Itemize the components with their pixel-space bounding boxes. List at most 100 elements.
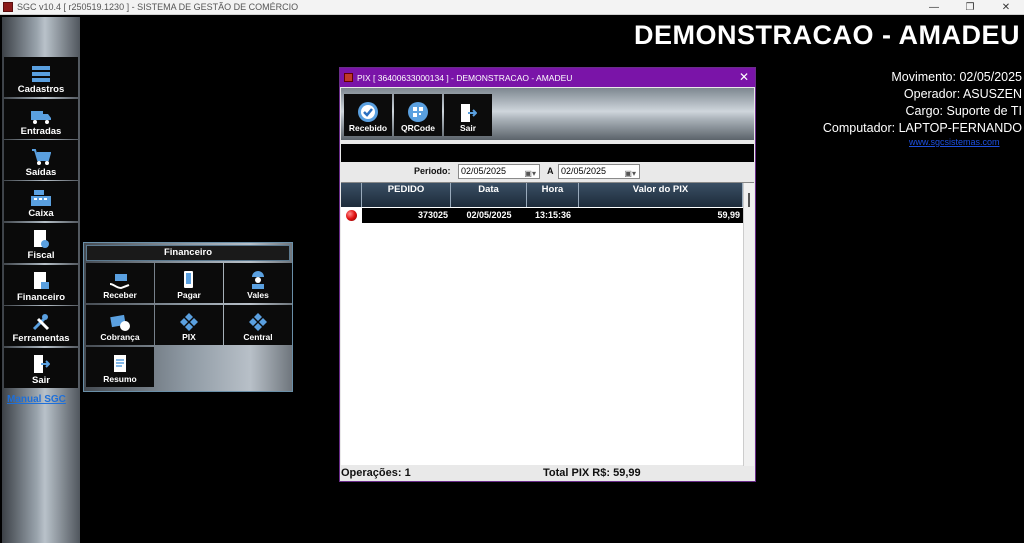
fin-receber-button[interactable]: Receber [86,263,154,303]
sidebar-item-financeiro[interactable]: Financeiro [4,265,78,305]
qrcode-label: QRCode [401,123,435,133]
finance-doc-icon [34,272,49,289]
pix-central-icon [249,313,267,331]
fin-resumo-button[interactable]: Resumo [86,347,154,387]
qrcode-icon [408,102,428,122]
exit-door-icon [34,355,50,373]
window-titlebar: SGC v10.4 [ r250519.1230 ] - SISTEMA DE … [0,0,1024,15]
row-indicator-header [341,183,362,207]
scrollbar-thumb[interactable] [748,193,750,207]
app-icon [3,2,13,12]
billing-icon [110,314,130,331]
fin-cobranca-button[interactable]: Cobrança [86,305,154,345]
col-data[interactable]: Data [451,183,527,207]
dialog-close-icon[interactable]: ✕ [739,70,749,84]
summary-doc-icon [114,355,126,372]
operacoes-count: Operações: 1 [341,467,411,479]
sidebar-item-saidas[interactable]: Saídas [4,140,78,180]
main-sidebar: Cadastros Entradas Saídas Caixa Fiscal F… [2,17,80,543]
col-pedido[interactable]: PEDIDO [362,183,451,207]
company-name: DEMONSTRACAO - AMADEU [634,20,1020,50]
fin-central-button[interactable]: Central [224,305,292,345]
recebido-button[interactable]: Recebido [344,94,392,136]
fin-receber-label: Receber [103,290,137,300]
computador-text: Computador: LAPTOP-FERNANDO [822,121,1022,135]
sidebar-item-caixa[interactable]: Caixa [4,181,78,221]
pix-sair-button[interactable]: Sair [444,94,492,136]
cell-data: 02/05/2025 [451,208,527,223]
window-controls: — ❐ ✕ [916,0,1024,15]
pay-phone-icon [184,271,193,288]
sidebar-item-fiscal[interactable]: Fiscal [4,223,78,263]
maximize-icon[interactable]: ❐ [952,0,988,15]
pix-icon [180,313,198,331]
pix-table: PEDIDO Data Hora Valor do PIX 373025 02/… [341,182,754,466]
qrcode-button[interactable]: QRCode [394,94,442,136]
operador-text: Operador: ASUSZEN [903,87,1022,101]
col-hora[interactable]: Hora [527,183,579,207]
exit-door-icon [461,104,477,122]
fin-vales-button[interactable]: Vales [224,263,292,303]
cell-hora: 13:15:36 [527,208,579,223]
info-bar [341,144,754,162]
fiscal-doc-icon [34,230,49,248]
website-link[interactable]: www.sgcsistemas.com [909,137,1000,147]
fin-vales-label: Vales [247,290,269,300]
sidebar-item-sair[interactable]: Sair [4,348,78,388]
fin-pagar-button[interactable]: Pagar [155,263,223,303]
table-scrollbar[interactable] [743,183,754,466]
table-row[interactable]: 373025 02/05/2025 13:15:36 59,99 [341,208,743,223]
sidebar-item-label: Entradas [20,126,62,137]
dialog-app-icon [344,73,353,82]
date-from-value: 02/05/2025 [461,166,507,176]
sidebar-item-label: Cadastros [17,84,65,95]
pix-dialog-titlebar: PIX [ 36400633000134 ] - DEMONSTRACAO - … [340,68,755,87]
truck-icon [31,111,51,124]
sidebar-item-label: Sair [32,375,50,386]
fin-pix-label: PIX [182,332,196,342]
sidebar-item-label: Saídas [25,167,57,178]
pix-dialog-title: PIX [ 36400633000134 ] - DEMONSTRACAO - … [357,72,573,83]
cell-valor: 59,99 [579,208,743,223]
periodo-label: Periodo: [414,166,451,176]
worker-icon [252,271,264,289]
pix-footer: Operações: 1 Total PIX R$: 59,99 [341,465,754,481]
movimento-text: Movimento: 02/05/2025 [891,70,1022,84]
financeiro-submenu-title: Financeiro [86,245,290,261]
fin-cobranca-label: Cobrança [100,332,140,342]
calendar-dropdown-icon[interactable]: ▣▾ [524,167,536,180]
fin-pix-button[interactable]: PIX [155,305,223,345]
calendar-dropdown-icon[interactable]: ▣▾ [624,167,636,180]
sidebar-item-label: Ferramentas [12,333,70,344]
manual-link[interactable]: Manual SGC [7,394,66,405]
a-label: A [547,166,554,176]
recebido-label: Recebido [348,123,388,133]
tools-icon [32,314,50,331]
cargo-text: Cargo: Suporte de TI [905,104,1022,118]
date-to-field[interactable]: 02/05/2025 ▣▾ [558,164,640,179]
receive-money-icon [109,274,130,290]
sidebar-item-ferramentas[interactable]: Ferramentas [4,306,78,346]
minimize-icon[interactable]: — [916,0,952,15]
fin-central-label: Central [243,332,273,342]
total-pix: Total PIX R$: 59,99 [543,467,641,479]
col-valor[interactable]: Valor do PIX [579,183,743,207]
financeiro-submenu: Financeiro Receber Pagar Vales Cobrança … [83,242,293,392]
cash-register-icon [31,190,51,206]
close-icon[interactable]: ✕ [988,0,1024,15]
server-icon [32,66,50,82]
date-from-field[interactable]: 02/05/2025 ▣▾ [458,164,540,179]
sidebar-item-label: Financeiro [16,292,66,303]
fin-resumo-label: Resumo [103,374,137,384]
sidebar-item-entradas[interactable]: Entradas [4,99,78,139]
window-title: SGC v10.4 [ r250519.1230 ] - SISTEMA DE … [17,2,299,12]
date-to-value: 02/05/2025 [561,166,607,176]
table-header: PEDIDO Data Hora Valor do PIX [341,183,743,207]
fin-pagar-label: Pagar [177,290,201,300]
cart-icon [32,149,51,165]
pix-toolbar: Recebido QRCode Sair [341,88,754,140]
sidebar-item-cadastros[interactable]: Cadastros [4,57,78,97]
sidebar-item-label: Fiscal [27,250,55,261]
pix-dialog: PIX [ 36400633000134 ] - DEMONSTRACAO - … [339,67,756,482]
check-circle-icon [358,102,378,122]
